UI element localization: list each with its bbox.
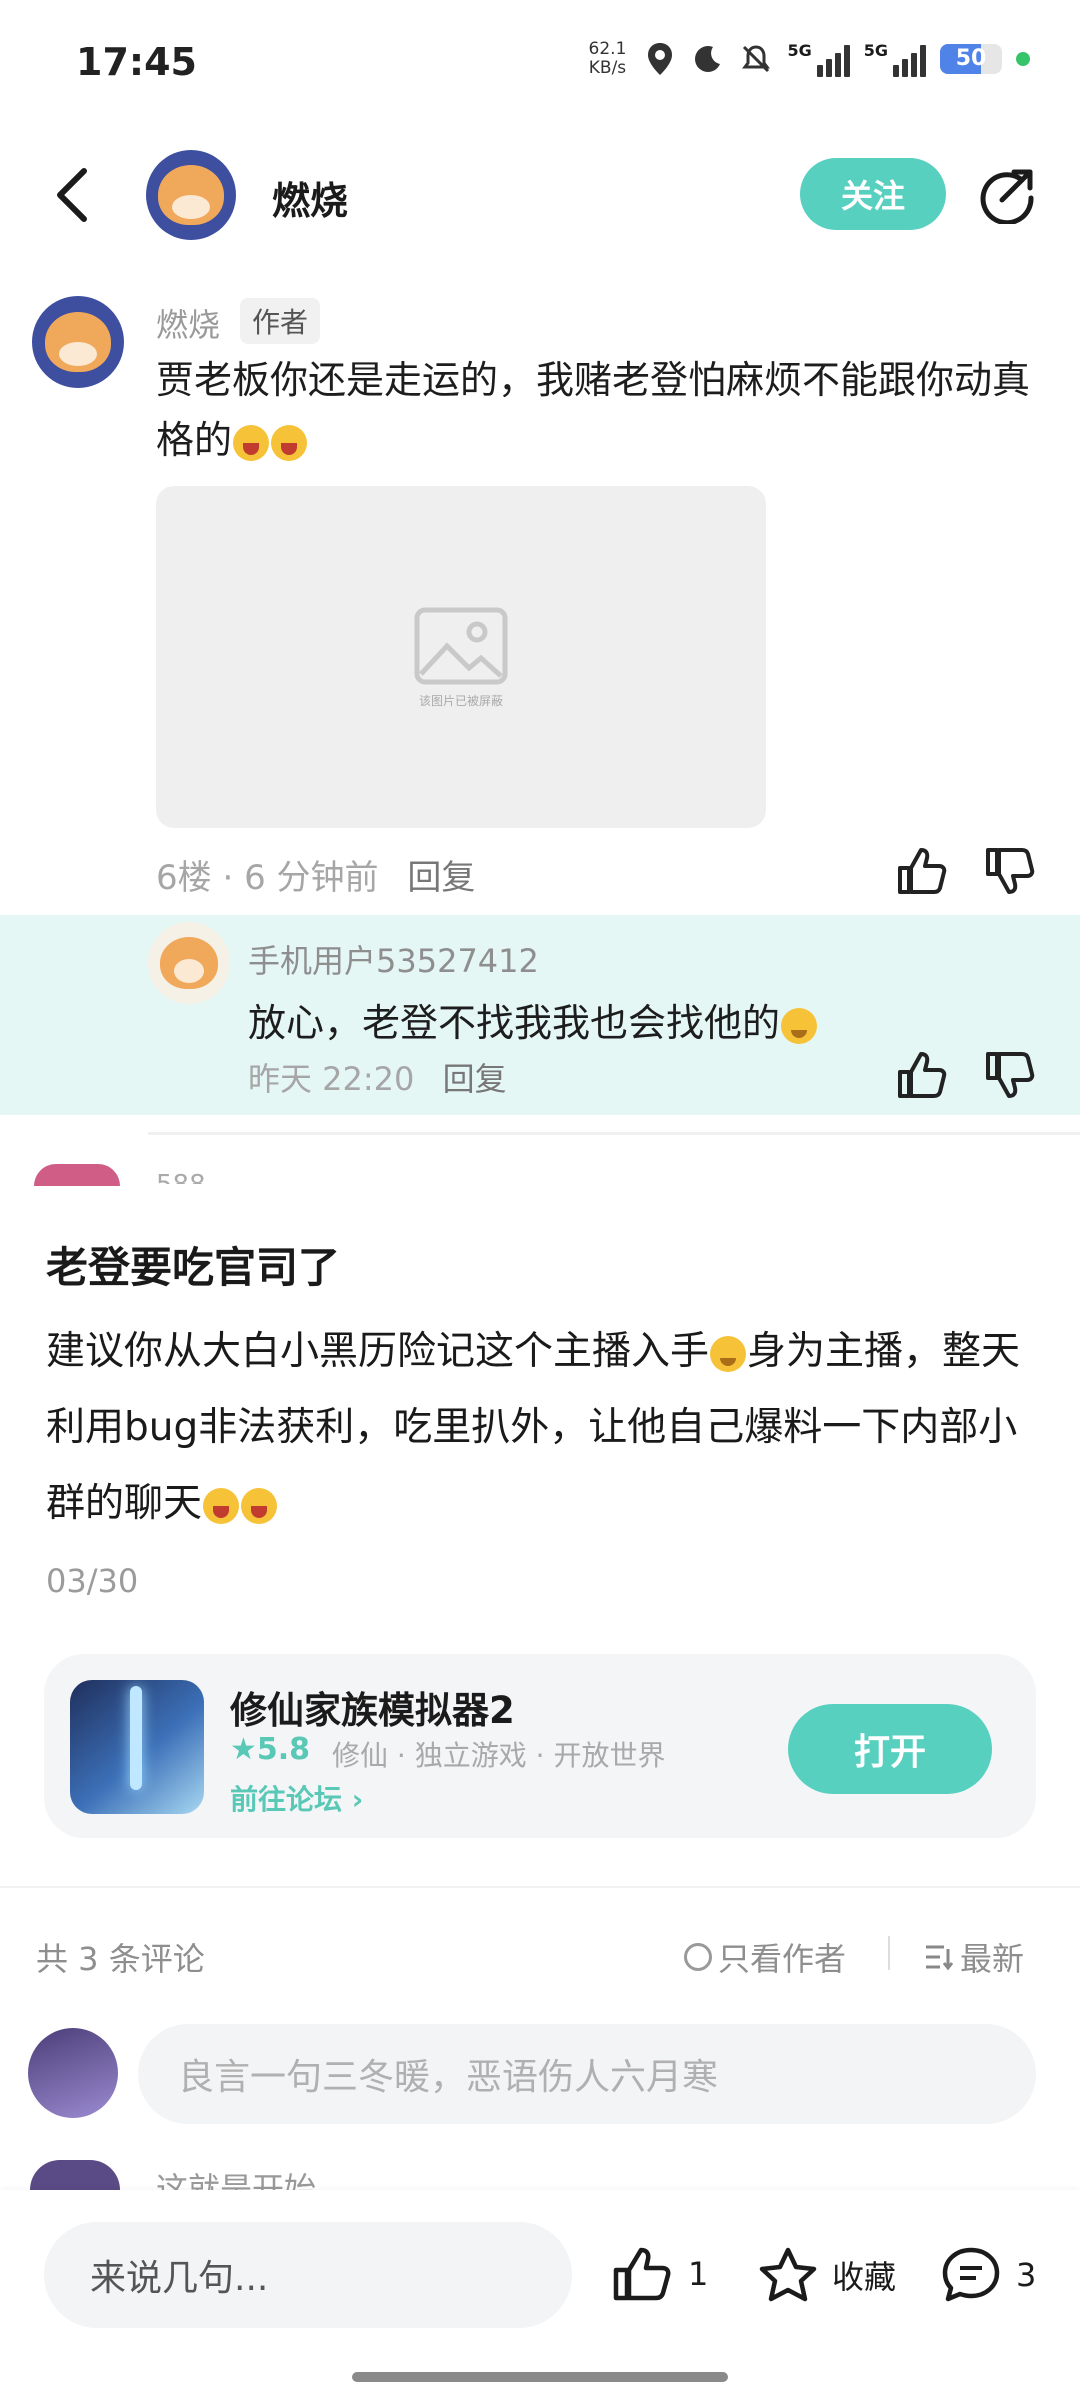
- author-avatar[interactable]: [146, 150, 236, 240]
- thumb-up-icon[interactable]: [896, 846, 948, 896]
- game-icon[interactable]: [70, 1680, 204, 1814]
- signal-2-icon: 5G: [864, 41, 926, 77]
- smug-emoji: [710, 1335, 747, 1372]
- next-comment-avatar: [34, 1164, 120, 1186]
- floor-author-name[interactable]: 燃烧: [156, 300, 220, 346]
- home-indicator[interactable]: [352, 2372, 728, 2382]
- battery-icon: 50: [940, 44, 1002, 74]
- my-avatar: [28, 2028, 118, 2118]
- post-date: 03/30: [46, 1562, 139, 1600]
- laugh-emoji: [271, 424, 308, 461]
- open-game-button[interactable]: 打开: [788, 1704, 992, 1794]
- floor-meta: 6楼 · 6 分钟前 回复: [156, 858, 476, 898]
- post-body: 建议你从大白小黑历险记这个主播入手 身为主播，整天利用bug非法获利，吃里扒外，让…: [46, 1329, 1021, 1526]
- status-time: 17:45: [76, 40, 197, 84]
- image-placeholder-icon: [414, 607, 508, 684]
- comment-bubble-icon[interactable]: [940, 2246, 1002, 2304]
- floor-reply-link[interactable]: 回复: [407, 858, 475, 898]
- status-icons: 62.1 KB/s 5G 5G 50: [585, 40, 1030, 78]
- comments-button[interactable]: 3: [940, 2246, 1036, 2304]
- post-title: 老登要吃官司了: [46, 1243, 341, 1292]
- moon-icon: [691, 42, 725, 76]
- reply-user-name[interactable]: 手机用户53527412: [248, 936, 539, 982]
- star-icon[interactable]: [758, 2246, 818, 2304]
- reply-meta: 昨天 22:20 回复: [248, 1060, 507, 1098]
- blocked-image[interactable]: 该图片已被屏蔽: [156, 486, 766, 828]
- share-icon[interactable]: [978, 166, 1036, 224]
- author-name[interactable]: 燃烧: [272, 170, 348, 225]
- sort-toggle[interactable]: 最新: [924, 1934, 1024, 1980]
- radio-circle-icon[interactable]: [684, 1943, 712, 1971]
- laugh-emoji: [203, 1487, 240, 1524]
- game-name[interactable]: 修仙家族模拟器2: [230, 1680, 515, 1734]
- go-forum-link[interactable]: 前往论坛 ›: [230, 1778, 363, 1818]
- only-author-toggle[interactable]: 只看作者: [684, 1934, 846, 1980]
- floor-text: 贾老板你还是走运的，我赌老登怕麻烦不能跟你动真格的: [156, 358, 1031, 462]
- sort-icon[interactable]: [924, 1943, 954, 1971]
- signal-1-icon: 5G: [787, 41, 850, 77]
- thumb-down-icon[interactable]: [984, 846, 1036, 896]
- reply-thumb-up-icon[interactable]: [896, 1050, 948, 1100]
- divider: [148, 1132, 1080, 1135]
- privacy-dot: [1016, 52, 1030, 66]
- comment-count: 共 3 条评论: [36, 1940, 205, 1978]
- reply-reply-link[interactable]: 回复: [443, 1060, 507, 1098]
- game-rating: ★5.8: [230, 1732, 311, 1767]
- game-tags: 修仙 · 独立游戏 · 开放世界: [332, 1739, 666, 1772]
- divider: [888, 1936, 890, 1970]
- favorite-button[interactable]: 收藏: [758, 2246, 896, 2304]
- blocked-image-caption: 该图片已被屏蔽: [418, 693, 503, 708]
- smug-emoji: [781, 1007, 818, 1044]
- author-badge: 作者: [240, 298, 321, 344]
- comment-avatar: [30, 2160, 120, 2190]
- laugh-emoji: [241, 1487, 278, 1524]
- next-comment-user: 588: [156, 1170, 206, 1184]
- reply-text: 放心，老登不找我我也会找他的: [248, 992, 818, 1047]
- location-icon: [643, 42, 677, 76]
- back-icon[interactable]: [50, 165, 94, 225]
- comment-preview: 这就是开始: [156, 2170, 317, 2192]
- floor-author-avatar[interactable]: [32, 296, 124, 388]
- follow-button[interactable]: 关注: [800, 158, 946, 230]
- laugh-emoji: [233, 424, 270, 461]
- reply-user-avatar[interactable]: [148, 922, 230, 1004]
- mute-bell-icon: [739, 42, 773, 76]
- like-button[interactable]: 1: [612, 2246, 708, 2302]
- say-something-input[interactable]: 来说几句...: [44, 2222, 572, 2328]
- reply-thumb-down-icon[interactable]: [984, 1050, 1036, 1100]
- net-speed: 62.1 KB/s: [588, 39, 627, 78]
- section-divider: [0, 1886, 1080, 1888]
- thumb-up-icon[interactable]: [612, 2246, 672, 2302]
- comment-input[interactable]: 良言一句三冬暖，恶语伤人六月寒: [138, 2024, 1036, 2124]
